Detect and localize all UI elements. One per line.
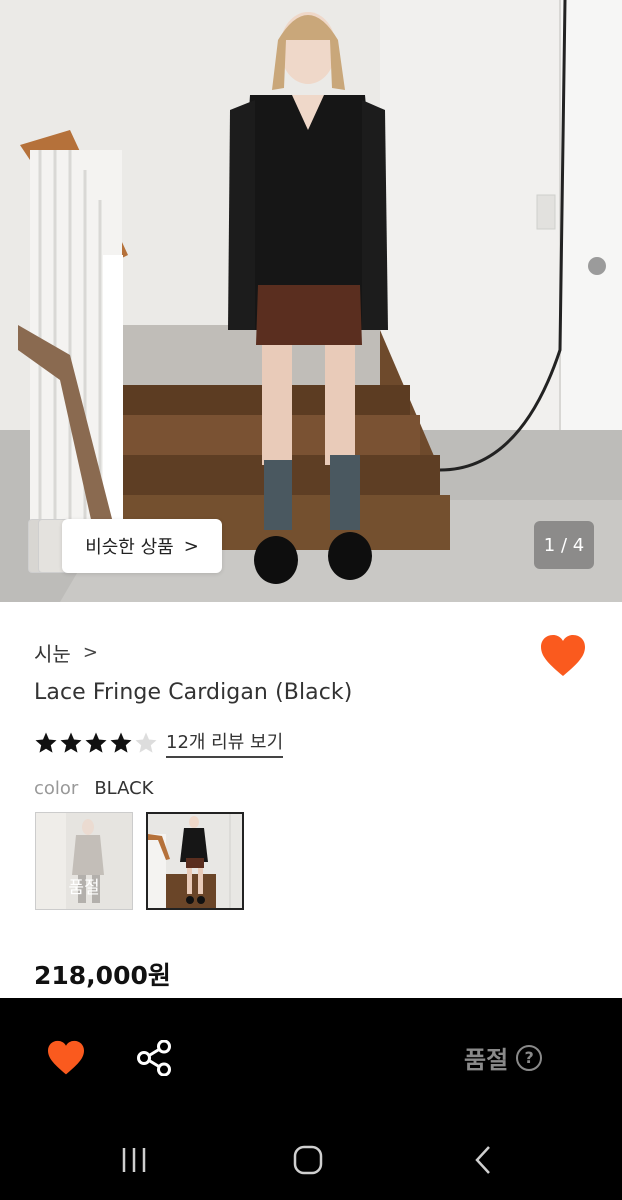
- rating-row: 12개 리뷰 보기: [34, 728, 284, 758]
- sold-out-label: 품절: [464, 1046, 509, 1074]
- product-photo: [0, 0, 622, 602]
- color-row: color BLACK: [34, 778, 154, 799]
- color-swatch-grey[interactable]: 품절: [35, 812, 133, 910]
- product-title: Lace Fringe Cardigan (Black): [34, 680, 353, 705]
- product-price: 218,000원: [34, 961, 171, 990]
- star-filled-icon: [35, 732, 57, 753]
- star-filled-icon: [60, 732, 82, 753]
- review-link[interactable]: 12개 리뷰 보기: [166, 728, 284, 758]
- swatch-photo: [148, 814, 242, 908]
- heart-icon[interactable]: [540, 634, 586, 678]
- recent-apps-icon[interactable]: [116, 1142, 152, 1178]
- chevron-right-icon: >: [183, 535, 199, 557]
- star-filled-icon: [110, 732, 132, 753]
- brand-name: 시눈: [34, 642, 71, 666]
- share-icon[interactable]: [136, 1040, 172, 1076]
- product-image[interactable]: 비슷한 상품 > 1 / 4: [0, 0, 622, 602]
- star-filled-icon: [85, 732, 107, 753]
- sold-out-button[interactable]: 품절 ?: [464, 1040, 543, 1075]
- back-icon[interactable]: [466, 1142, 502, 1178]
- image-page-indicator: 1 / 4: [534, 521, 594, 569]
- chevron-right-icon: >: [82, 642, 98, 663]
- sold-out-overlay: 품절: [68, 878, 100, 898]
- color-label: color: [34, 778, 79, 799]
- brand-link[interactable]: 시눈 >: [34, 638, 98, 667]
- similar-products-label: 비슷한 상품: [85, 537, 174, 558]
- color-value: BLACK: [94, 778, 154, 799]
- color-swatch-black[interactable]: [146, 812, 244, 910]
- star-empty-icon: [135, 732, 157, 753]
- heart-icon[interactable]: [47, 1040, 85, 1076]
- help-icon[interactable]: ?: [516, 1044, 543, 1071]
- home-icon[interactable]: [290, 1142, 326, 1178]
- similar-products-button[interactable]: 비슷한 상품 >: [62, 519, 222, 573]
- star-rating: [34, 731, 158, 755]
